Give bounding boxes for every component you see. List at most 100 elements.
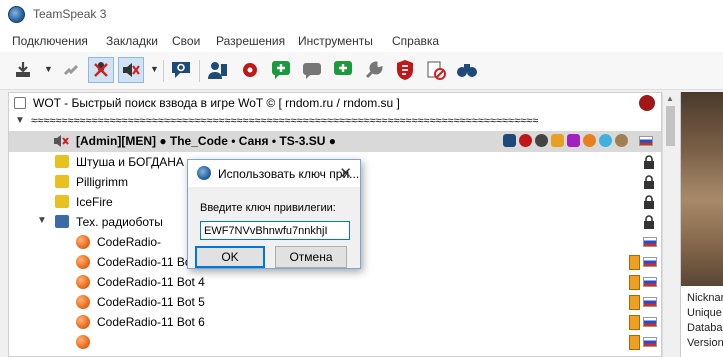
lock-icon <box>644 215 654 229</box>
server-row[interactable]: WOT - Быстрый поиск взвода в игре WoT © … <box>9 93 661 113</box>
mute-speakers-button[interactable] <box>118 57 144 83</box>
client-status-icon <box>76 255 90 269</box>
client-nickname: [Admin][MEN] ● The_Code • Саня • TS-3.SU… <box>76 134 336 148</box>
expand-arrow-icon[interactable]: ▼ <box>15 115 25 126</box>
info-unique-id-label: Unique <box>687 307 722 319</box>
dialog-title-bar: Использовать ключ при... ✕ <box>188 160 360 187</box>
lock-icon <box>644 155 654 169</box>
add-channel-icon <box>272 61 290 79</box>
connect-button[interactable] <box>10 57 36 83</box>
menu-bar: Подключения Закладки Свои Разрешения Инс… <box>0 30 723 52</box>
client-status-icon <box>76 295 90 309</box>
away-button[interactable] <box>168 57 194 83</box>
contacts-button[interactable] <box>205 57 231 83</box>
client-avatar-image <box>681 92 723 286</box>
channel-name: Pilligrimm <box>76 175 128 189</box>
dialog-title: Использовать ключ при... <box>218 167 360 181</box>
privilege-key-input[interactable] <box>200 221 350 240</box>
client-row[interactable]: CodeRadio-11 Bot 5 <box>9 292 661 312</box>
client-row[interactable]: CodeRadio-11 Bot 6 <box>9 312 661 332</box>
mute-microphone-button[interactable] <box>88 57 114 83</box>
disconnect-icon <box>63 64 79 76</box>
search-button[interactable] <box>454 57 480 83</box>
russia-flag-icon <box>643 277 657 287</box>
client-info-panel: Nicknar Unique Databa Version <box>680 92 723 357</box>
scroll-thumb[interactable] <box>666 106 675 146</box>
selected-client-row[interactable]: [Admin][MEN] ● The_Code • Саня • TS-3.SU… <box>9 131 661 152</box>
rank-badge-icon <box>551 134 564 147</box>
privilege-key-dialog: Использовать ключ при... ✕ Введите ключ … <box>187 159 361 269</box>
russia-flag-icon <box>639 136 653 146</box>
menu-self[interactable]: Свои <box>172 34 200 48</box>
channel-icon <box>55 215 69 228</box>
channel-name: Тех. радиоботы <box>76 215 163 229</box>
tree-scrollbar[interactable]: ▲ <box>662 92 677 357</box>
plus-badge-icon <box>583 134 596 147</box>
menu-permissions[interactable]: Разрешения <box>216 34 285 48</box>
info-database-label: Databa <box>687 322 723 334</box>
cancel-button[interactable]: Отмена <box>275 246 347 268</box>
channel-icon <box>55 155 69 168</box>
client-status-icon <box>76 335 90 349</box>
client-name: CodeRadio-11 Bot 5 <box>97 295 205 309</box>
permissions-button[interactable] <box>237 57 263 83</box>
star-badge-icon <box>599 134 612 147</box>
scroll-up-arrow-icon[interactable]: ▲ <box>666 94 674 103</box>
add-channel-button[interactable] <box>268 57 294 83</box>
connect-icon <box>16 62 30 77</box>
connect-dropdown-icon[interactable]: ▼ <box>44 64 53 74</box>
speakers-dropdown-icon[interactable]: ▼ <box>150 64 159 74</box>
spacer-channel-row[interactable]: ▼ ≈≈≈≈≈≈≈≈≈≈≈≈≈≈≈≈≈≈≈≈≈≈≈≈≈≈≈≈≈≈≈≈≈≈≈≈≈≈… <box>9 112 661 132</box>
menu-tools[interactable]: Инструменты <box>298 34 373 48</box>
add-subchannel-button[interactable] <box>330 57 356 83</box>
client-name: CodeRadio- <box>97 235 162 249</box>
client-name: CodeRadio-11 Bot 4 <box>97 275 205 289</box>
rank-badge-icon <box>629 295 640 310</box>
disconnect-button[interactable] <box>58 57 84 83</box>
group-badge-icon <box>519 134 532 147</box>
channel-name: Штуша и БОГДАНА <box>76 155 184 169</box>
toolbar-separator <box>199 60 200 82</box>
server-banner-icon <box>639 95 655 111</box>
helmet-badge-icon <box>535 134 548 147</box>
client-status-icon <box>76 315 90 329</box>
upload-badge-icon <box>567 134 580 147</box>
microphone-muted-icon <box>94 62 108 77</box>
spacer-channel-name: ≈≈≈≈≈≈≈≈≈≈≈≈≈≈≈≈≈≈≈≈≈≈≈≈≈≈≈≈≈≈≈≈≈≈≈≈≈≈≈≈… <box>31 115 539 127</box>
russia-flag-icon <box>643 297 657 307</box>
client-status-icon <box>76 275 90 289</box>
ban-list-button[interactable] <box>423 57 449 83</box>
channel-name: IceFire <box>76 195 113 209</box>
ok-button[interactable]: OK <box>195 246 265 268</box>
russia-flag-icon <box>643 317 657 327</box>
expand-arrow-icon[interactable]: ▼ <box>37 215 47 226</box>
menu-help[interactable]: Справка <box>392 34 439 48</box>
binoculars-icon <box>457 64 477 77</box>
teamspeak-logo-icon <box>8 6 25 23</box>
russia-flag-icon <box>643 237 657 247</box>
lock-icon <box>644 195 654 209</box>
edit-channel-button[interactable] <box>299 57 325 83</box>
medal-badge-icon <box>615 134 628 147</box>
privilege-key-icon <box>397 60 413 80</box>
lock-icon <box>644 175 654 189</box>
channel-icon <box>55 175 69 188</box>
server-icon <box>14 97 26 109</box>
menu-connections[interactable]: Подключения <box>12 34 88 48</box>
permissions-gear-icon <box>243 63 257 77</box>
privilege-key-button[interactable] <box>392 57 418 83</box>
rank-badge-icon <box>629 275 640 290</box>
away-chat-icon <box>172 62 190 78</box>
russia-flag-icon <box>643 257 657 267</box>
client-row[interactable]: CodeRadio-11 Bot 4 <box>9 272 661 292</box>
contacts-icon <box>208 62 227 79</box>
close-icon[interactable]: ✕ <box>339 164 352 182</box>
server-name: WOT - Быстрый поиск взвода в игре WoT © … <box>33 96 400 110</box>
menu-bookmarks[interactable]: Закладки <box>106 34 158 48</box>
channel-icon <box>55 195 69 208</box>
rank-badge-icon <box>629 255 640 270</box>
client-row[interactable] <box>9 332 661 352</box>
options-button[interactable] <box>361 57 387 83</box>
speaker-muted-icon <box>54 135 69 147</box>
channel-icon <box>303 63 321 79</box>
